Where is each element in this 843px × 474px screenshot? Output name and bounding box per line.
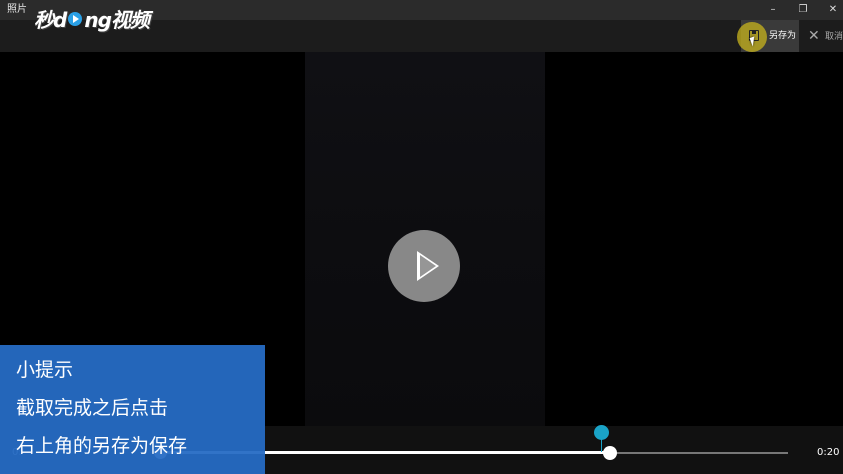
logo-text-part1: 秒d [34,7,67,32]
tip-line-2: 右上角的另存为保存 [16,435,188,457]
maximize-button[interactable]: ❐ [788,0,818,20]
save-as-button[interactable]: 另存为 [737,20,799,52]
watermark-logo: 秒d ng视频 [34,6,150,32]
playhead-stem [601,438,602,452]
cancel-label: 取消 [825,32,843,42]
close-icon: ✕ [808,28,820,44]
close-button[interactable]: ✕ [818,0,843,20]
trim-end-handle[interactable] [603,446,617,460]
end-time: 0:20 [817,447,840,458]
cancel-button[interactable]: ✕ 取消 [800,20,843,52]
tip-overlay: 小提示 截取完成之后点击 右上角的另存为保存 [0,345,265,474]
play-icon [417,251,439,281]
play-button[interactable] [388,230,460,302]
logo-text-part2: ng视频 [84,7,150,32]
tip-line-1: 截取完成之后点击 [16,397,169,419]
window-title: 照片 [7,4,27,15]
minimize-button[interactable]: – [758,0,788,20]
logo-play-icon [68,12,83,26]
save-as-label: 另存为 [769,31,797,41]
tip-title: 小提示 [16,359,74,381]
playhead-handle[interactable] [594,425,609,440]
